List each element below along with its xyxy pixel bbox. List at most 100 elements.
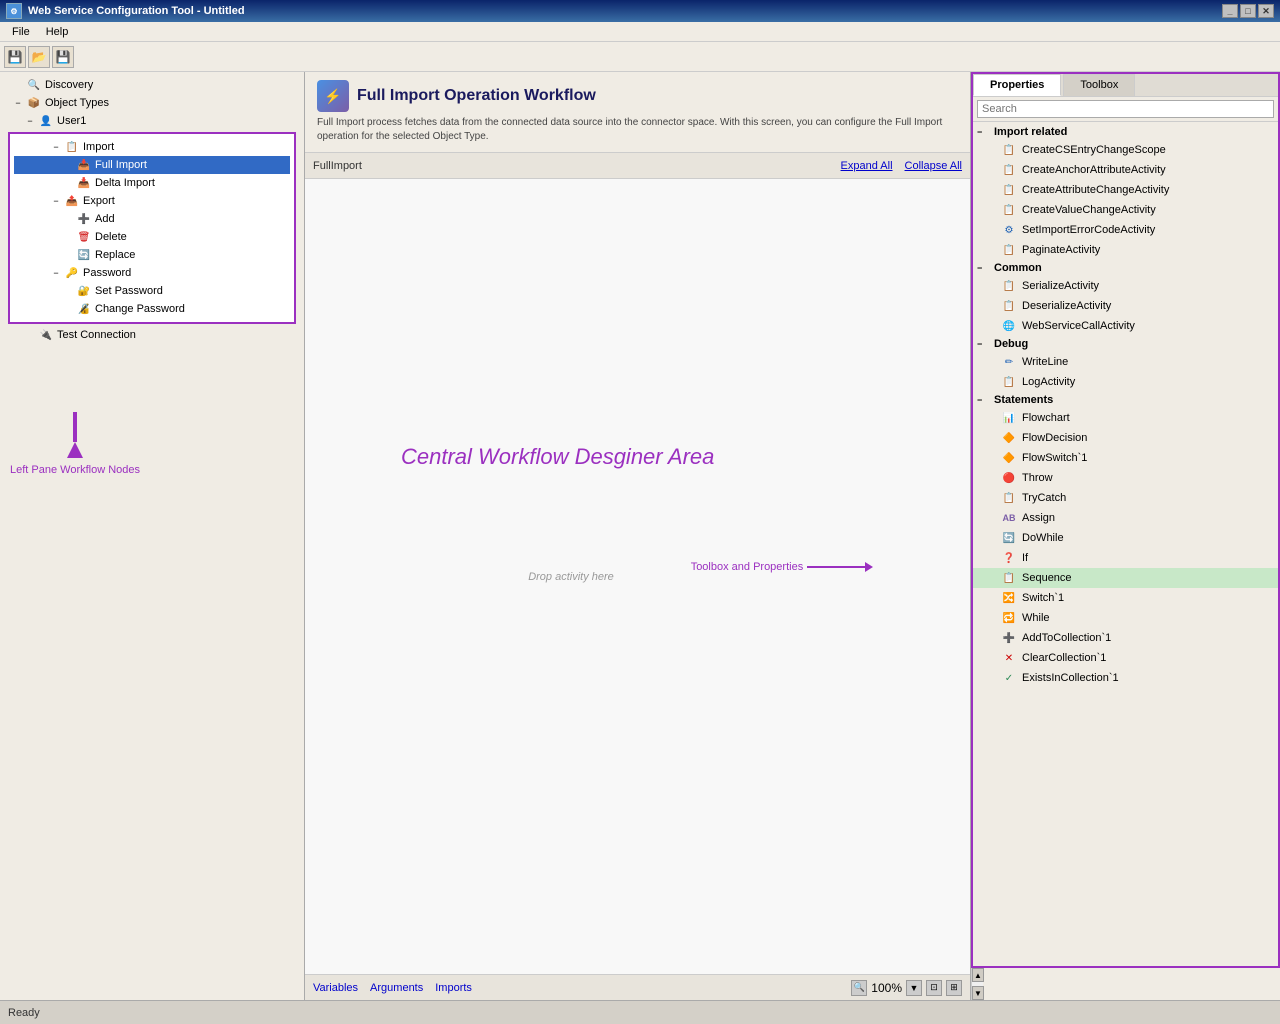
tree-item-delete[interactable]: 🗑 Delete bbox=[14, 228, 290, 246]
arguments-button[interactable]: Arguments bbox=[370, 982, 423, 994]
tree-item-password[interactable]: − 🔑 Password bbox=[14, 264, 290, 282]
rt-item-clearcollection[interactable]: ✕ ClearCollection`1 bbox=[973, 648, 1278, 668]
rt-label-createanchor: CreateAnchorAttributeActivity bbox=[1022, 164, 1166, 176]
expand-password[interactable]: − bbox=[48, 265, 64, 281]
tree-item-replace[interactable]: 🔄 Replace bbox=[14, 246, 290, 264]
expand-objecttypes[interactable]: − bbox=[10, 95, 26, 111]
tab-properties[interactable]: Properties bbox=[973, 74, 1061, 96]
expand-import-related[interactable]: − bbox=[977, 127, 991, 137]
tree-item-objecttypes[interactable]: − 📦 Object Types bbox=[0, 94, 304, 112]
rt-item-if[interactable]: ❓ If bbox=[973, 548, 1278, 568]
rt-item-flowchart[interactable]: 📊 Flowchart bbox=[973, 408, 1278, 428]
rt-label-flowchart: Flowchart bbox=[1022, 412, 1070, 424]
expand-export[interactable]: − bbox=[48, 193, 64, 209]
collapse-all-button[interactable]: Collapse All bbox=[905, 160, 962, 172]
imports-button[interactable]: Imports bbox=[435, 982, 472, 994]
group-header-common[interactable]: − Common bbox=[973, 260, 1278, 276]
workflow-title-row: ⚡ Full Import Operation Workflow bbox=[317, 80, 958, 112]
rt-item-trycatch[interactable]: 📋 TryCatch bbox=[973, 488, 1278, 508]
rt-item-createanchor[interactable]: 📋 CreateAnchorAttributeActivity bbox=[973, 160, 1278, 180]
add-icon: ➕ bbox=[76, 211, 92, 227]
tree-item-setpassword[interactable]: 🔐 Set Password bbox=[14, 282, 290, 300]
expand-discovery[interactable] bbox=[10, 77, 26, 93]
trycatch-icon: 📋 bbox=[1001, 490, 1017, 506]
rt-item-webservice[interactable]: 🌐 WebServiceCallActivity bbox=[973, 316, 1278, 336]
scroll-up-arrow[interactable]: ▲ bbox=[972, 968, 984, 982]
menu-bar: File Help bbox=[0, 22, 1280, 42]
tree-item-export[interactable]: − 📤 Export bbox=[14, 192, 290, 210]
zoom-dropdown-icon[interactable]: ▼ bbox=[906, 980, 922, 996]
scroll-down-arrow[interactable]: ▼ bbox=[972, 986, 984, 1000]
tree-item-import[interactable]: − 📋 Import bbox=[14, 138, 290, 156]
rt-item-flowdecision[interactable]: 🔶 FlowDecision bbox=[973, 428, 1278, 448]
right-scrollbar[interactable]: ▲ ▼ bbox=[971, 968, 983, 1000]
workflow-canvas[interactable]: Central Workflow Desginer Area Drop acti… bbox=[305, 179, 970, 974]
rt-item-flowswitch[interactable]: 🔶 FlowSwitch`1 bbox=[973, 448, 1278, 468]
rt-item-addtocollection[interactable]: ➕ AddToCollection`1 bbox=[973, 628, 1278, 648]
throw-icon: 🔴 bbox=[1001, 470, 1017, 486]
toolbar-btn-2[interactable]: 📂 bbox=[28, 46, 50, 68]
rt-item-existsincollection[interactable]: ✓ ExistsInCollection`1 bbox=[973, 668, 1278, 688]
rt-item-throw[interactable]: 🔴 Throw bbox=[973, 468, 1278, 488]
toolbar-btn-3[interactable]: 💾 bbox=[52, 46, 74, 68]
variables-button[interactable]: Variables bbox=[313, 982, 358, 994]
left-pane-annotation: Left Pane Workflow Nodes bbox=[10, 412, 140, 476]
expand-all-button[interactable]: Expand All bbox=[841, 160, 893, 172]
expand-common[interactable]: − bbox=[977, 263, 991, 273]
left-annotation-label: Left Pane Workflow Nodes bbox=[10, 464, 140, 476]
tree-item-discovery[interactable]: 🔍 Discovery bbox=[0, 76, 304, 94]
rt-item-createcsentry[interactable]: 📋 CreateCSEntryChangeScope bbox=[973, 140, 1278, 160]
toolbar-btn-1[interactable]: 💾 bbox=[4, 46, 26, 68]
minimize-button[interactable]: _ bbox=[1222, 4, 1238, 18]
tree-item-user1[interactable]: − 👤 User1 bbox=[0, 112, 304, 130]
rt-item-writeline[interactable]: ✏ WriteLine bbox=[973, 352, 1278, 372]
rt-item-dowhile[interactable]: 🔄 DoWhile bbox=[973, 528, 1278, 548]
createcsentry-icon: 📋 bbox=[1001, 142, 1017, 158]
group-header-import-related[interactable]: − Import related bbox=[973, 124, 1278, 140]
rt-label-clearcollection: ClearCollection`1 bbox=[1022, 652, 1106, 664]
rt-item-deserialize[interactable]: 📋 DeserializeActivity bbox=[973, 296, 1278, 316]
tab-toolbox[interactable]: Toolbox bbox=[1063, 74, 1135, 96]
rt-item-while[interactable]: 🔁 While bbox=[973, 608, 1278, 628]
maximize-button[interactable]: □ bbox=[1240, 4, 1256, 18]
rt-item-setimporterror[interactable]: ⚙ SetImportErrorCodeActivity bbox=[973, 220, 1278, 240]
search-input[interactable] bbox=[977, 100, 1274, 118]
rt-label-while: While bbox=[1022, 612, 1050, 624]
window-title: Web Service Configuration Tool - Untitle… bbox=[28, 5, 1222, 17]
if-icon: ❓ bbox=[1001, 550, 1017, 566]
right-tabs: Properties Toolbox bbox=[973, 74, 1278, 97]
rt-item-switch[interactable]: 🔀 Switch`1 bbox=[973, 588, 1278, 608]
testconnection-icon: 🔌 bbox=[38, 327, 54, 343]
rt-label-flowswitch: FlowSwitch`1 bbox=[1022, 452, 1087, 464]
rt-item-createvalue[interactable]: 📋 CreateValueChangeActivity bbox=[973, 200, 1278, 220]
tree-item-testconnection[interactable]: 🔌 Test Connection bbox=[0, 326, 304, 344]
menu-file[interactable]: File bbox=[4, 24, 38, 40]
group-header-statements[interactable]: − Statements bbox=[973, 392, 1278, 408]
toolbox-annotation-label: Toolbox and Properties bbox=[691, 561, 804, 573]
rt-item-serialize[interactable]: 📋 SerializeActivity bbox=[973, 276, 1278, 296]
rt-item-paginate[interactable]: 📋 PaginateActivity bbox=[973, 240, 1278, 260]
tree-item-add[interactable]: ➕ Add bbox=[14, 210, 290, 228]
menu-help[interactable]: Help bbox=[38, 24, 77, 40]
tree-item-changepassword[interactable]: 🔏 Change Password bbox=[14, 300, 290, 318]
rt-item-sequence[interactable]: 📋 Sequence bbox=[973, 568, 1278, 588]
group-header-debug[interactable]: − Debug bbox=[973, 336, 1278, 352]
expand-debug[interactable]: − bbox=[977, 339, 991, 349]
expand-fullimport bbox=[60, 157, 76, 173]
rt-item-logactivity[interactable]: 📋 LogActivity bbox=[973, 372, 1278, 392]
expand-statements[interactable]: − bbox=[977, 395, 991, 405]
rt-label-dowhile: DoWhile bbox=[1022, 532, 1064, 544]
rt-item-assign[interactable]: AB Assign bbox=[973, 508, 1278, 528]
zoom-fit-icon[interactable]: ⊡ bbox=[926, 980, 942, 996]
existsincollection-icon: ✓ bbox=[1001, 670, 1017, 686]
delete-icon: 🗑 bbox=[76, 229, 92, 245]
expand-import[interactable]: − bbox=[48, 139, 64, 155]
tree-item-fullimport[interactable]: 📥 Full Import bbox=[14, 156, 290, 174]
expand-user1[interactable]: − bbox=[22, 113, 38, 129]
tree-item-deltaimport[interactable]: 📥 Delta Import bbox=[14, 174, 290, 192]
toolbar: 💾 📂 💾 bbox=[0, 42, 1280, 72]
workflow-description: Full Import process fetches data from th… bbox=[317, 116, 958, 144]
rt-item-createattribute[interactable]: 📋 CreateAttributeChangeActivity bbox=[973, 180, 1278, 200]
close-button[interactable]: ✕ bbox=[1258, 4, 1274, 18]
zoom-full-icon[interactable]: ⊞ bbox=[946, 980, 962, 996]
